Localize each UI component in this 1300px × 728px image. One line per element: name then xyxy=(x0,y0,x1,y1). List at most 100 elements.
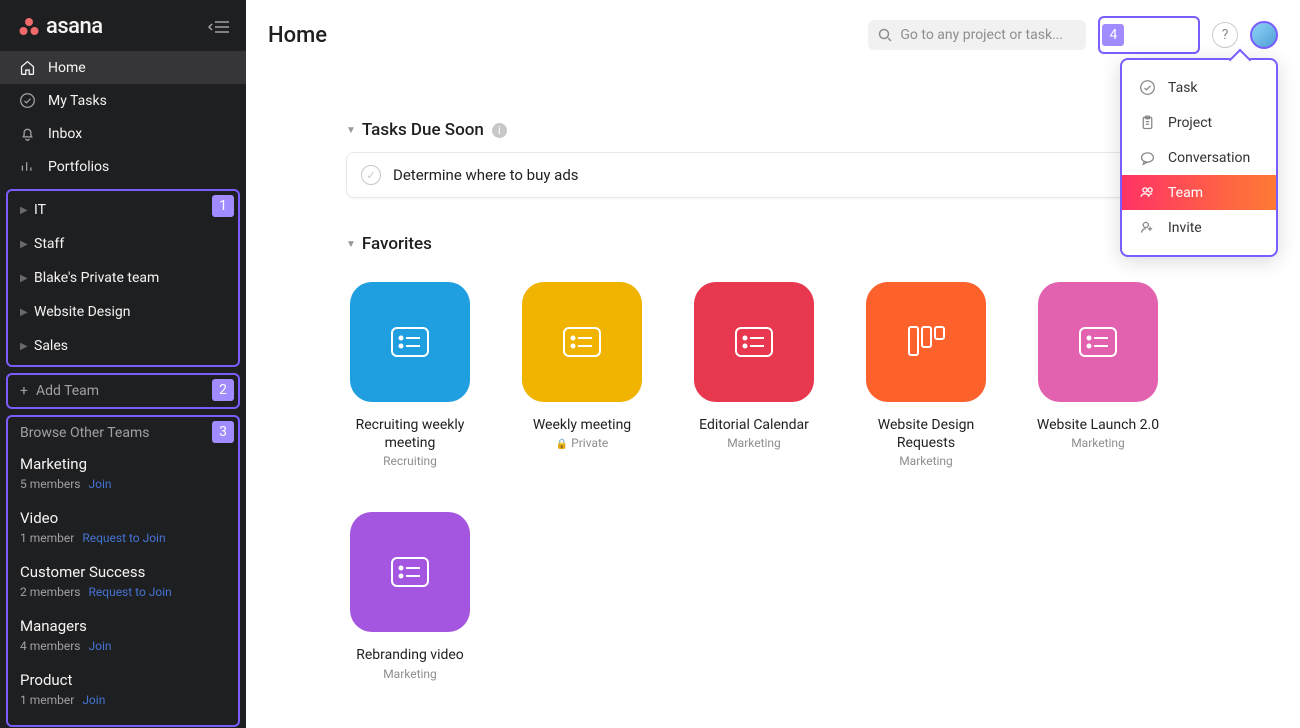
bell-icon xyxy=(18,125,36,142)
people-icon xyxy=(1138,184,1156,201)
logo[interactable]: asana xyxy=(18,14,103,39)
new-button[interactable]: + New xyxy=(1130,20,1196,50)
join-action[interactable]: Request to Join xyxy=(82,531,165,545)
nav-label: My Tasks xyxy=(48,93,107,109)
favorite-subtitle: Marketing xyxy=(1034,436,1162,450)
favorite-title: Recruiting weekly meeting xyxy=(346,416,474,452)
search-icon xyxy=(878,28,892,42)
new-menu-conversation[interactable]: Conversation xyxy=(1122,140,1276,175)
other-team: Customer Success 2 members Request to Join xyxy=(8,559,238,613)
favorite-tile[interactable]: Rebranding video Marketing xyxy=(346,512,474,680)
callout-badge-4: 4 xyxy=(1102,24,1124,46)
add-team-callout: 2 + Add Team xyxy=(6,373,240,409)
menu-label: Team xyxy=(1168,185,1203,201)
logo-text: asana xyxy=(46,14,103,39)
other-team-name[interactable]: Video xyxy=(20,509,226,527)
invite-icon xyxy=(1138,219,1156,236)
menu-label: Project xyxy=(1168,115,1212,131)
browse-teams-section: 3 Browse Other Teams Marketing5 membersJ… xyxy=(6,415,240,727)
caret-right-icon: ▶ xyxy=(20,307,26,318)
join-action[interactable]: Join xyxy=(89,477,112,491)
info-icon[interactable]: i xyxy=(492,123,507,138)
nav-home[interactable]: Home xyxy=(0,51,246,84)
nav-label: Portfolios xyxy=(48,159,109,175)
favorite-tile[interactable]: Website Launch 2.0Marketing xyxy=(1034,282,1162,468)
nav-portfolios[interactable]: Portfolios xyxy=(0,150,246,183)
caret-right-icon: ▶ xyxy=(20,239,26,250)
member-count: 1 member xyxy=(20,531,74,545)
favorite-tile[interactable]: Editorial Calendar Marketing xyxy=(690,282,818,468)
team-name: Blake's Private team xyxy=(34,270,159,286)
new-button-label: New xyxy=(1156,27,1184,43)
other-team: Product 1 member Join xyxy=(8,667,238,721)
favorite-subtitle: Marketing xyxy=(346,667,474,681)
avatar[interactable] xyxy=(1250,21,1278,49)
favorite-subtitle: Marketing xyxy=(690,436,818,450)
favorite-tile[interactable]: Weekly meeting🔒Private xyxy=(518,282,646,468)
new-menu-team[interactable]: Team xyxy=(1122,175,1276,210)
other-team-name[interactable]: Marketing xyxy=(20,455,226,473)
search-placeholder: Go to any project or task... xyxy=(900,27,1063,43)
favorite-subtitle: Recruiting xyxy=(346,454,474,468)
complete-task-icon[interactable]: ✓ xyxy=(361,165,381,185)
nav-links: Home My Tasks Inbox Portfolios xyxy=(0,49,246,183)
favorite-title: Editorial Calendar xyxy=(690,416,818,434)
team-row[interactable]: ▶ Website Design xyxy=(8,295,238,329)
check-icon xyxy=(1138,79,1156,96)
tile-icon xyxy=(694,282,814,402)
team-row[interactable]: ▶Sales xyxy=(8,329,238,363)
new-menu-invite[interactable]: Invite xyxy=(1122,210,1276,245)
favorite-subtitle: Marketing xyxy=(862,454,990,468)
search-input[interactable]: Go to any project or task... xyxy=(868,20,1086,50)
new-button-callout: 4 + New xyxy=(1098,16,1200,54)
tile-icon xyxy=(1038,282,1158,402)
nav-label: Inbox xyxy=(48,126,82,142)
task-title: Determine where to buy ads xyxy=(393,166,1162,184)
collapse-sidebar-icon[interactable] xyxy=(208,19,230,35)
other-team-name[interactable]: Managers xyxy=(20,617,226,635)
join-action[interactable]: Join xyxy=(82,693,105,707)
plus-icon: + xyxy=(20,383,28,399)
member-count: 2 members xyxy=(20,585,81,599)
menu-label: Conversation xyxy=(1168,150,1250,166)
team-row[interactable]: ▶ Staff xyxy=(8,227,238,261)
other-team: Managers 4 members Join xyxy=(8,613,238,667)
member-count: 4 members xyxy=(20,639,81,653)
team-name: Sales xyxy=(34,338,68,354)
caret-right-icon: ▶ xyxy=(20,205,26,216)
team-name: Staff xyxy=(34,236,64,252)
tile-icon xyxy=(522,282,642,402)
other-team-name[interactable]: Customer Success xyxy=(20,563,226,581)
favorite-tile[interactable]: Recruiting weekly meeting Recruiting xyxy=(346,282,474,468)
other-team: Video 1 member Request to Join xyxy=(8,505,238,559)
clipboard-icon xyxy=(1138,114,1156,131)
menu-label: Task xyxy=(1168,80,1198,96)
new-menu: Task Project Conversation Team Invite xyxy=(1120,58,1278,257)
chevron-down-icon[interactable]: ▼ xyxy=(346,125,356,136)
join-action[interactable]: Join xyxy=(89,639,112,653)
tasks-due-title: Tasks Due Soon xyxy=(362,120,484,140)
check-icon xyxy=(18,92,36,109)
member-count: 1 member xyxy=(20,693,74,707)
team-name: Website Design xyxy=(34,304,130,320)
favorite-tile[interactable]: Website Design Requests Marketing xyxy=(862,282,990,468)
callout-badge-3: 3 xyxy=(212,421,234,443)
new-menu-task[interactable]: Task xyxy=(1122,70,1276,105)
lock-icon: 🔒 xyxy=(556,439,568,450)
tile-icon xyxy=(866,282,986,402)
chat-icon xyxy=(1138,149,1156,166)
nav-inbox[interactable]: Inbox xyxy=(0,117,246,150)
team-row[interactable]: ▶Blake's Private team xyxy=(8,261,238,295)
add-team-button[interactable]: + Add Team xyxy=(8,375,238,407)
other-team-name[interactable]: Product xyxy=(20,671,226,689)
add-team-label: Add Team xyxy=(36,383,99,399)
team-row[interactable]: ▶IT xyxy=(8,193,238,227)
nav-my-tasks[interactable]: My Tasks xyxy=(0,84,246,117)
help-button[interactable]: ? xyxy=(1212,22,1238,48)
new-menu-project[interactable]: Project xyxy=(1122,105,1276,140)
chevron-down-icon[interactable]: ▼ xyxy=(346,239,356,250)
favorite-title: Rebranding video xyxy=(346,646,474,664)
join-action[interactable]: Request to Join xyxy=(89,585,172,599)
callout-badge-2: 2 xyxy=(212,379,234,401)
favorite-title: Website Design Requests xyxy=(862,416,990,452)
